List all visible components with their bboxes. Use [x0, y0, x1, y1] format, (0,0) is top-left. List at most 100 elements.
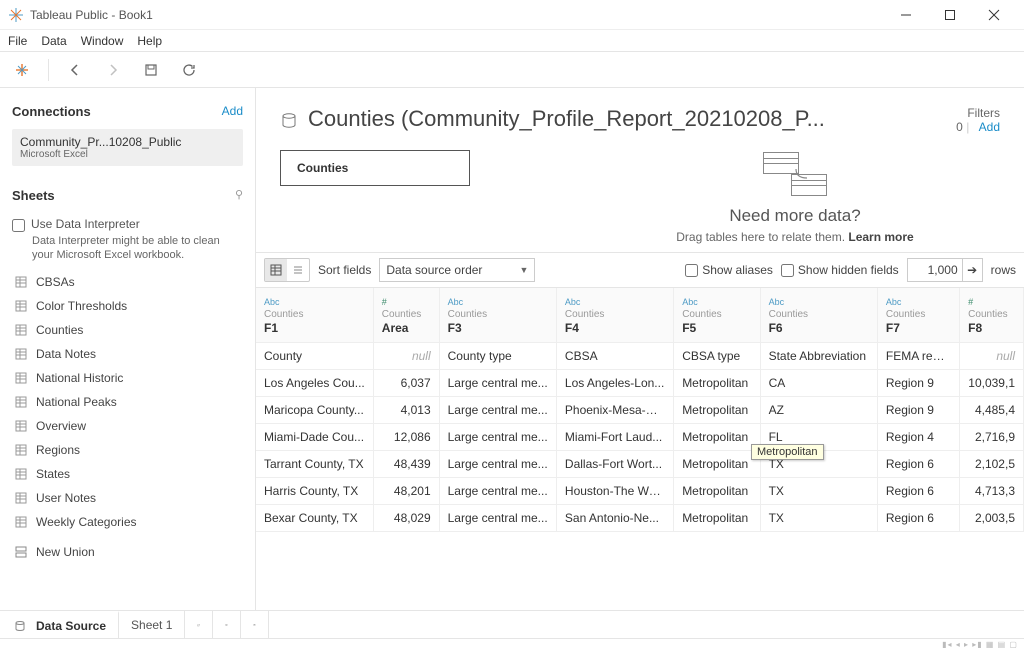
table-cell[interactable]: County type: [439, 342, 556, 369]
table-cell[interactable]: 48,439: [373, 450, 439, 477]
table-row[interactable]: Harris County, TX48,201Large central me.…: [256, 477, 1024, 504]
table-cell[interactable]: Large central me...: [439, 504, 556, 531]
table-cell[interactable]: Region 6: [877, 450, 959, 477]
grid-view-button[interactable]: [265, 259, 287, 281]
new-union-button[interactable]: New Union: [12, 541, 243, 563]
table-cell[interactable]: 2,003,5: [960, 504, 1024, 531]
column-header[interactable]: AbcCountiesF7: [877, 288, 959, 342]
table-cell[interactable]: Large central me...: [439, 450, 556, 477]
row-limit-apply-button[interactable]: ➔: [963, 258, 983, 282]
table-cell[interactable]: Large central me...: [439, 369, 556, 396]
table-cell[interactable]: Metropolitan: [674, 423, 760, 450]
column-header[interactable]: AbcCountiesF4: [556, 288, 673, 342]
table-row[interactable]: Miami-Dade Cou...12,086Large central me.…: [256, 423, 1024, 450]
table-cell[interactable]: 4,485,4: [960, 396, 1024, 423]
window-maximize-button[interactable]: [928, 1, 972, 29]
sort-fields-select[interactable]: Data source order ▼: [379, 258, 535, 282]
table-cell[interactable]: Miami-Dade Cou...: [256, 423, 373, 450]
table-pill-counties[interactable]: Counties: [280, 150, 470, 186]
add-connection-link[interactable]: Add: [222, 104, 243, 118]
data-interpreter-label[interactable]: Use Data Interpreter: [31, 217, 140, 231]
table-row[interactable]: Bexar County, TX48,029Large central me..…: [256, 504, 1024, 531]
forward-button[interactable]: [99, 56, 127, 84]
connection-item[interactable]: Community_Pr...10208_Public Microsoft Ex…: [12, 129, 243, 166]
table-cell[interactable]: 48,201: [373, 477, 439, 504]
table-cell[interactable]: FEMA region: [877, 342, 959, 369]
table-cell[interactable]: Harris County, TX: [256, 477, 373, 504]
table-cell[interactable]: County: [256, 342, 373, 369]
window-minimize-button[interactable]: [884, 1, 928, 29]
new-dashboard-button[interactable]: [213, 611, 241, 638]
table-cell[interactable]: Metropolitan: [674, 369, 760, 396]
list-view-button[interactable]: [287, 259, 309, 281]
table-cell[interactable]: Region 9: [877, 369, 959, 396]
new-worksheet-button[interactable]: [185, 611, 213, 638]
sheet-item[interactable]: CBSAs: [12, 271, 243, 293]
menu-data[interactable]: Data: [41, 34, 66, 48]
show-hidden-checkbox[interactable]: Show hidden fields: [781, 263, 899, 277]
sheet-item[interactable]: Counties: [12, 319, 243, 341]
table-cell[interactable]: 10,039,1: [960, 369, 1024, 396]
sheet-item[interactable]: States: [12, 463, 243, 485]
table-cell[interactable]: State Abbreviation: [760, 342, 877, 369]
column-header[interactable]: AbcCountiesF6: [760, 288, 877, 342]
column-header[interactable]: AbcCountiesF1: [256, 288, 373, 342]
table-cell[interactable]: null: [960, 342, 1024, 369]
tab-sheet1[interactable]: Sheet 1: [119, 611, 185, 638]
table-cell[interactable]: 4,013: [373, 396, 439, 423]
menu-window[interactable]: Window: [81, 34, 124, 48]
table-cell[interactable]: Region 6: [877, 504, 959, 531]
table-row[interactable]: Maricopa County...4,013Large central me.…: [256, 396, 1024, 423]
table-cell[interactable]: Maricopa County...: [256, 396, 373, 423]
column-header[interactable]: #CountiesF8: [960, 288, 1024, 342]
table-cell[interactable]: Dallas-Fort Wort...: [556, 450, 673, 477]
back-button[interactable]: [61, 56, 89, 84]
column-header[interactable]: AbcCountiesF5: [674, 288, 760, 342]
row-limit-input[interactable]: 1,000: [907, 258, 963, 282]
table-cell[interactable]: 2,716,9: [960, 423, 1024, 450]
relate-drop-zone[interactable]: Need more data? Drag tables here to rela…: [590, 150, 1000, 244]
table-row[interactable]: Tarrant County, TX48,439Large central me…: [256, 450, 1024, 477]
table-cell[interactable]: null: [373, 342, 439, 369]
table-cell[interactable]: 2,102,5: [960, 450, 1024, 477]
sheet-item[interactable]: User Notes: [12, 487, 243, 509]
table-cell[interactable]: Phoenix-Mesa-Ch...: [556, 396, 673, 423]
sheet-item[interactable]: Color Thresholds: [12, 295, 243, 317]
table-cell[interactable]: CBSA: [556, 342, 673, 369]
search-icon[interactable]: ⚲: [235, 188, 243, 201]
table-cell[interactable]: San Antonio-Ne...: [556, 504, 673, 531]
table-cell[interactable]: CA: [760, 369, 877, 396]
table-cell[interactable]: Metropolitan: [674, 477, 760, 504]
table-cell[interactable]: Large central me...: [439, 396, 556, 423]
table-cell[interactable]: Los Angeles Cou...: [256, 369, 373, 396]
sheet-item[interactable]: National Historic: [12, 367, 243, 389]
filters-add-link[interactable]: Add: [979, 120, 1000, 134]
sheet-item[interactable]: Overview: [12, 415, 243, 437]
table-cell[interactable]: Large central me...: [439, 423, 556, 450]
sheet-item[interactable]: Data Notes: [12, 343, 243, 365]
data-grid[interactable]: AbcCountiesF1#CountiesAreaAbcCountiesF3A…: [256, 288, 1024, 610]
data-interpreter-checkbox[interactable]: [12, 219, 25, 232]
table-row[interactable]: Los Angeles Cou...6,037Large central me.…: [256, 369, 1024, 396]
table-cell[interactable]: Large central me...: [439, 477, 556, 504]
menu-help[interactable]: Help: [137, 34, 162, 48]
table-cell[interactable]: Region 4: [877, 423, 959, 450]
table-cell[interactable]: Tarrant County, TX: [256, 450, 373, 477]
refresh-button[interactable]: [175, 56, 203, 84]
table-cell[interactable]: Region 9: [877, 396, 959, 423]
table-cell[interactable]: 12,086: [373, 423, 439, 450]
window-close-button[interactable]: [972, 1, 1016, 29]
table-cell[interactable]: 48,029: [373, 504, 439, 531]
table-cell[interactable]: Metropolitan: [674, 450, 760, 477]
table-cell[interactable]: 6,037: [373, 369, 439, 396]
table-cell[interactable]: CBSA type: [674, 342, 760, 369]
new-story-button[interactable]: [241, 611, 269, 638]
table-cell[interactable]: Bexar County, TX: [256, 504, 373, 531]
sheet-item[interactable]: Regions: [12, 439, 243, 461]
show-aliases-checkbox[interactable]: Show aliases: [685, 263, 773, 277]
table-cell[interactable]: 4,713,3: [960, 477, 1024, 504]
datasource-title[interactable]: Counties (Community_Profile_Report_20210…: [308, 106, 924, 132]
table-cell[interactable]: Metropolitan: [674, 396, 760, 423]
sheet-item[interactable]: Weekly Categories: [12, 511, 243, 533]
table-cell[interactable]: Region 6: [877, 477, 959, 504]
